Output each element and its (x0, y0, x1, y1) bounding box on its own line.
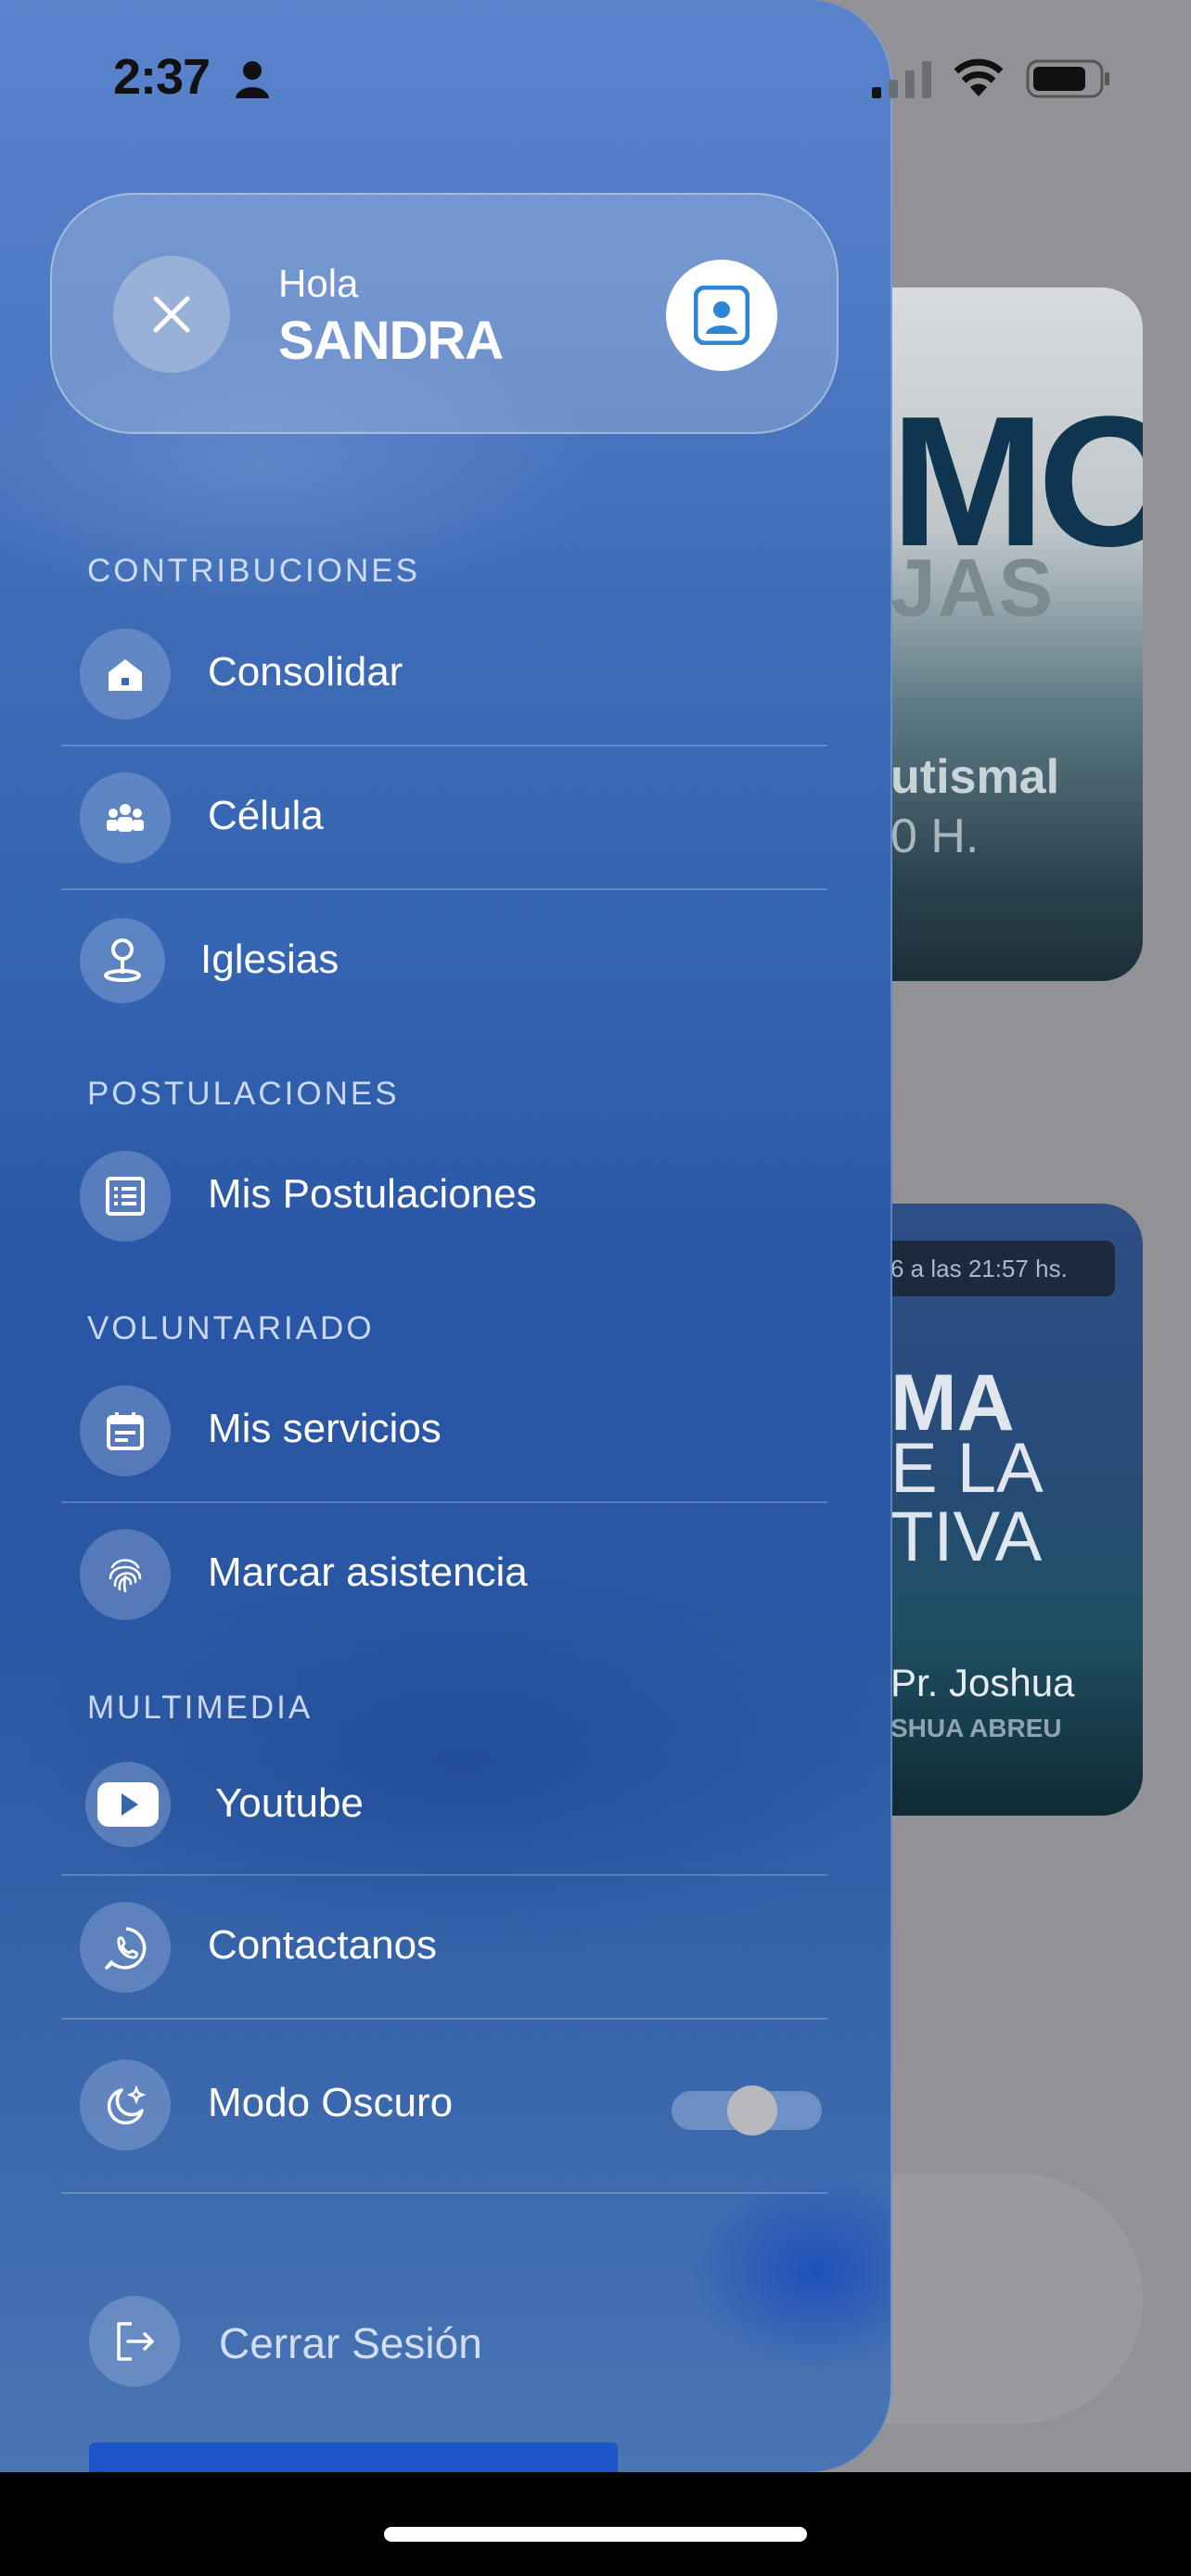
group-icon (107, 804, 144, 832)
menu-item-label: Iglesias (200, 937, 339, 982)
card-date-pill: 6 a las 21:57 hs. (863, 1241, 1115, 1296)
calendar-icon (107, 1412, 144, 1450)
card-subtitle: JAS (890, 542, 1056, 633)
divider (61, 2018, 827, 2020)
section-title-contribuciones: CONTRIBUCIONES (87, 553, 420, 589)
location-pin-icon-wrap (80, 918, 165, 1003)
menu-item-celula[interactable]: Célula (61, 746, 827, 889)
menu-item-label: Mis servicios (208, 1406, 442, 1451)
fingerprint-icon-wrap (80, 1529, 171, 1620)
moon-icon-wrap (80, 2060, 171, 2150)
calendar-icon-wrap (80, 1385, 171, 1476)
user-name: SANDRA (278, 311, 504, 371)
close-icon (153, 296, 190, 333)
menu-item-label: Modo Oscuro (208, 2080, 454, 2125)
logout-icon-wrap (89, 2296, 180, 2387)
profile-button[interactable] (666, 260, 777, 371)
home-icon-wrap (80, 629, 171, 720)
toggle-knob (727, 2085, 777, 2136)
dark-mode-toggle[interactable] (672, 2085, 822, 2136)
menu-item-contactanos[interactable]: Contactanos (61, 1876, 827, 2019)
logout-icon (117, 2322, 154, 2361)
menu-item-label: Contactanos (208, 1922, 438, 1968)
menu-item-consolidar[interactable]: Consolidar (61, 603, 827, 746)
card-line: utismal (890, 750, 1060, 804)
card-speaker: Pr. Joshua (890, 1661, 1075, 1704)
youtube-icon-wrap (85, 1762, 171, 1847)
logout-button[interactable]: Cerrar Sesión (89, 2290, 553, 2392)
menu-item-label: Mis Postulaciones (208, 1171, 537, 1217)
home-icon (109, 659, 142, 691)
status-bar: 2:37 (0, 0, 1191, 158)
menu-item-marcar-asistencia[interactable]: Marcar asistencia (61, 1503, 827, 1646)
user-header-card: Hola SANDRA (50, 193, 839, 434)
greeting-text: Hola (278, 261, 359, 305)
menu-item-label: Marcar asistencia (208, 1549, 528, 1595)
status-time: 2:37 (113, 49, 211, 105)
list-icon (106, 1177, 145, 1216)
card-title-line: E LA (890, 1429, 1044, 1508)
menu-item-youtube[interactable]: Youtube (61, 1734, 827, 1877)
menu-item-mis-servicios[interactable]: Mis servicios (61, 1359, 827, 1502)
menu-item-mis-postulaciones[interactable]: Mis Postulaciones (61, 1125, 827, 1268)
wifi-icon (954, 58, 1004, 96)
person-icon (236, 61, 269, 98)
home-indicator-area (0, 2472, 1191, 2576)
home-indicator[interactable] (384, 2527, 807, 2542)
section-title-voluntariado: VOLUNTARIADO (87, 1310, 375, 1346)
location-pin-icon (104, 938, 141, 982)
section-title-multimedia: MULTIMEDIA (87, 1690, 314, 1726)
drawer-bottom-overlay (89, 2442, 618, 2472)
menu-item-iglesias[interactable]: Iglesias (61, 890, 827, 1033)
group-icon-wrap (80, 772, 171, 863)
section-title-postulaciones: POSTULACIONES (87, 1076, 400, 1112)
logout-label: Cerrar Sesión (219, 2319, 482, 2367)
fingerprint-icon (109, 1559, 142, 1593)
menu-item-label: Consolidar (208, 649, 403, 695)
whatsapp-icon (105, 1927, 147, 1970)
youtube-icon (97, 1782, 159, 1827)
cellular-signal-icon (872, 61, 931, 98)
list-icon-wrap (80, 1151, 171, 1242)
card-title-line: TIVA (890, 1498, 1043, 1576)
whatsapp-icon-wrap (80, 1902, 171, 1993)
card-line: 0 H. (890, 810, 980, 863)
menu-item-modo-oscuro: Modo Oscuro (61, 2034, 827, 2176)
side-drawer: Hola SANDRA CONTRIBUCIONES Consolidar Cé… (0, 0, 892, 2472)
menu-item-label: Célula (208, 793, 324, 838)
moon-icon (107, 2085, 147, 2125)
card-speaker-name: SHUA ABREU (890, 1714, 1062, 1742)
close-button[interactable] (113, 256, 230, 373)
menu-item-label: Youtube (215, 1780, 364, 1826)
divider (61, 2192, 827, 2194)
profile-icon (694, 286, 749, 345)
battery-icon (1026, 59, 1109, 98)
